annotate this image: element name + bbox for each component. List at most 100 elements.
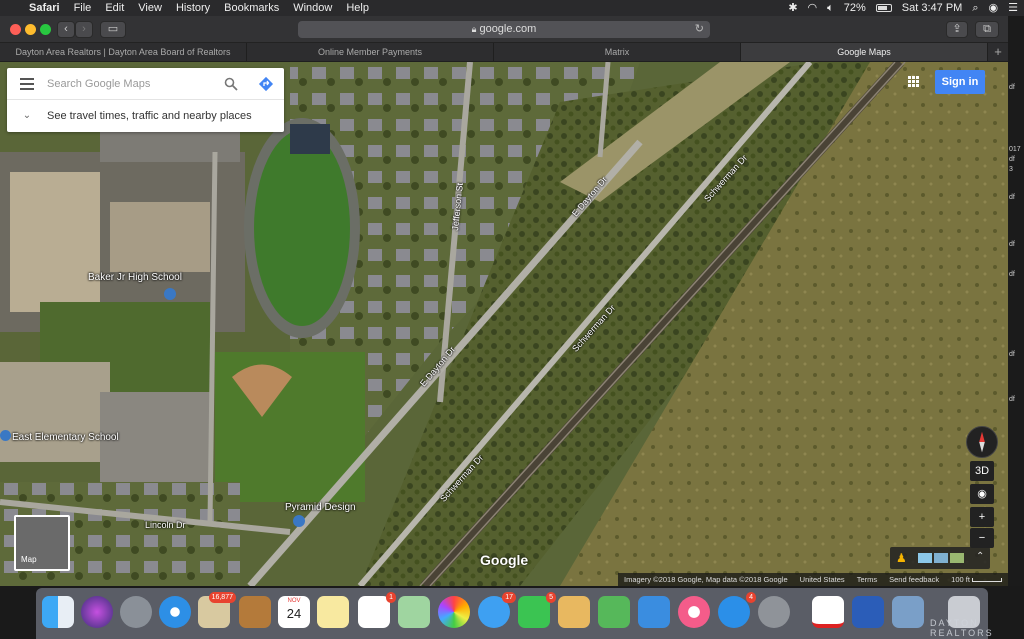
background-window-edge: df 017 df 3 df df df df df [1008,16,1024,586]
send-feedback-link[interactable]: Send feedback [889,573,939,586]
app-store-icon[interactable]: 4 [718,592,756,628]
volume-icon[interactable]: 🔈︎ [827,0,834,16]
label-baker-jr-high[interactable]: Baker Jr High School [88,272,182,283]
map-layer-toggle[interactable]: Map [14,515,70,571]
label-pyramid-design[interactable]: Pyramid Design [285,502,356,513]
siri-dock-icon[interactable] [81,596,113,628]
edge-text: df [1009,84,1015,91]
acrobat-icon[interactable] [812,596,844,628]
address-url: google.com [479,23,537,35]
expand-icon[interactable]: ⌃ [976,551,984,562]
preview-icon[interactable] [892,596,924,628]
system-preferences-icon[interactable] [758,596,790,628]
safari-dock-icon[interactable] [159,596,191,628]
zoom-in-button[interactable]: + [970,507,994,527]
imagery-thumb-2[interactable] [934,553,948,563]
spotlight-icon[interactable]: ⌕ [972,0,978,16]
battery-percent[interactable]: 72% [844,0,866,16]
satellite-imagery [0,62,1008,586]
maps-icon[interactable] [398,596,430,628]
compass-icon[interactable] [966,426,998,458]
tab-online-payments[interactable]: Online Member Payments [247,43,494,61]
tab-dayton-realtors[interactable]: Dayton Area Realtors | Dayton Area Board… [0,43,247,61]
calendar-icon[interactable]: NOV 24 [278,596,310,628]
menu-history[interactable]: History [169,0,217,16]
tab-matrix[interactable]: Matrix [494,43,741,61]
tilt-3d-button[interactable]: 3D [970,461,994,481]
menu-icon[interactable] [7,68,47,100]
watermark-logo: DAYTON REALTORS [930,618,994,638]
facetime-icon[interactable]: 5 [518,592,556,628]
menu-view[interactable]: View [131,0,169,16]
country-label: United States [799,575,845,584]
tab-bar: Dayton Area Realtors | Dayton Area Board… [0,43,1008,62]
itunes-icon[interactable] [678,596,710,628]
address-bar[interactable]: 🔒︎ google.com ↻ [298,21,710,38]
edge-text: df [1009,351,1015,358]
menu-help[interactable]: Help [339,0,376,16]
facetime-badge: 5 [546,592,556,603]
label-lincoln-dr: Lincoln Dr [145,520,186,530]
menu-window[interactable]: Window [286,0,339,16]
search-icon[interactable] [224,77,238,91]
search-input[interactable] [47,77,207,90]
back-button[interactable]: ‹ [57,21,75,38]
menu-edit[interactable]: Edit [98,0,131,16]
calendar-day: 24 [286,606,302,621]
zoom-window-icon[interactable] [40,24,51,35]
battery-icon[interactable] [875,4,892,12]
school-pin-icon[interactable] [164,288,176,300]
business-pin-icon[interactable] [293,515,305,527]
menu-bar: Safari File Edit View History Bookmarks … [0,0,1024,16]
edge-text: df [1009,156,1015,163]
imagery-thumb-3[interactable] [950,553,964,563]
imagery-thumb-1[interactable] [918,553,932,563]
tab-google-maps[interactable]: Google Maps [741,43,988,61]
wifi-icon[interactable]: ◠ [808,0,818,16]
numbers-icon[interactable] [598,596,630,628]
photos-icon[interactable] [438,596,470,628]
sign-in-button[interactable]: Sign in [935,70,985,94]
menu-app-name[interactable]: Safari [22,0,67,16]
minimize-window-icon[interactable] [25,24,36,35]
show-tabs-button[interactable]: ⧉ [975,21,999,38]
menu-clock[interactable]: Sat 3:47 PM [902,0,963,16]
edge-text: 017 [1009,146,1021,153]
word-icon[interactable] [852,596,884,628]
share-button[interactable]: ⇪ [946,21,968,38]
close-window-icon[interactable] [10,24,21,35]
forward-button[interactable]: › [75,21,93,38]
map-layer-label: Map [21,555,37,564]
street-view-bar: ♟ ⌃ [890,547,990,569]
directions-icon[interactable] [258,76,274,92]
reload-icon[interactable]: ↻ [695,21,704,38]
map-canvas[interactable]: Baker Jr High School East Elementary Sch… [0,62,1008,586]
terms-link[interactable]: Terms [857,573,877,586]
notification-center-icon[interactable]: ☰ [1008,0,1018,16]
contacts-icon[interactable] [239,596,271,628]
siri-icon[interactable]: ◉ [989,0,999,16]
menu-bookmarks[interactable]: Bookmarks [217,0,286,16]
school-pin-icon-2[interactable] [0,430,11,441]
zoom-out-button[interactable]: − [970,528,994,548]
bluetooth-icon[interactable]: ✱ [788,0,797,16]
label-east-elementary[interactable]: East Elementary School [12,432,119,443]
sidebar-toggle-button[interactable]: ▭ [100,21,126,38]
calendar-month: NOV [287,598,301,604]
launchpad-icon[interactable] [120,596,152,628]
menu-file[interactable]: File [67,0,99,16]
keynote-icon[interactable] [638,596,670,628]
scale-label[interactable]: 100 ft [951,573,1003,586]
safari-toolbar: ‹ › ▭ 🔒︎ google.com ↻ ⇪ ⧉ [0,16,1008,43]
pages-icon[interactable] [558,596,590,628]
my-location-button[interactable]: ◉ [970,484,994,504]
mail-icon[interactable]: 16,877 [198,592,236,628]
notes-icon[interactable] [317,596,349,628]
pegman-icon[interactable]: ♟ [896,551,907,565]
reminders-icon[interactable]: 1 [358,592,396,628]
finder-icon[interactable] [42,596,74,628]
messages-icon[interactable]: 17 [478,592,516,628]
new-tab-button[interactable]: + [988,43,1008,61]
travel-times-row[interactable]: ⌄ See travel times, traffic and nearby p… [7,100,284,131]
apps-grid-icon[interactable] [908,76,920,88]
